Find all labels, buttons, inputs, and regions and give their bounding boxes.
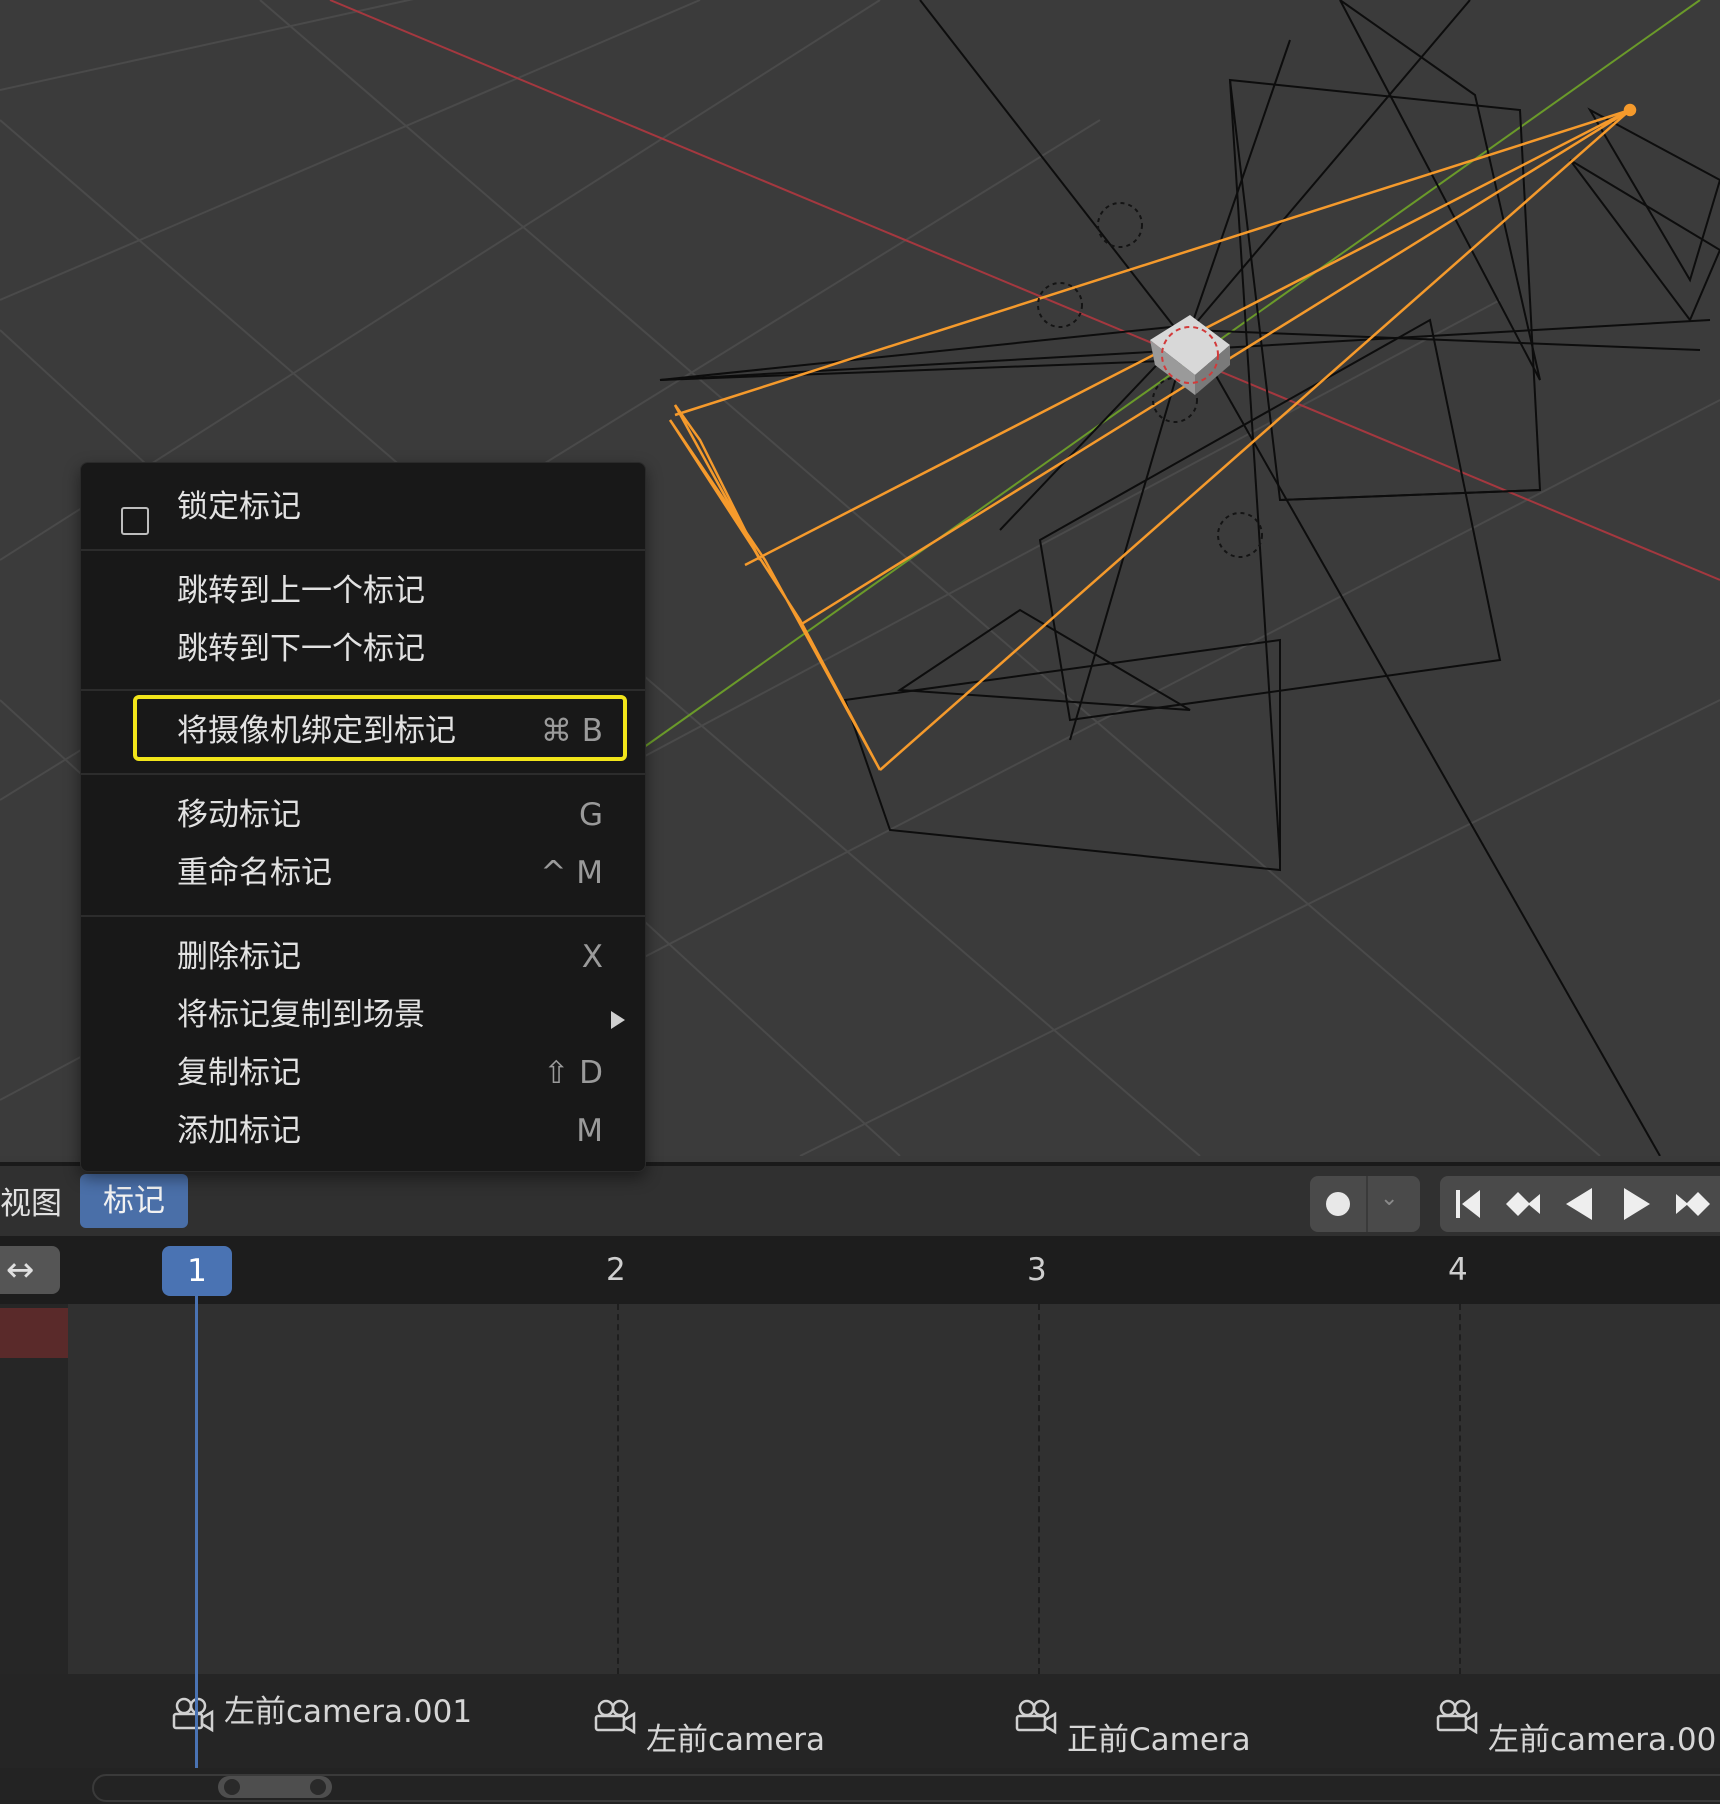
- record-divider: [1366, 1176, 1368, 1232]
- selected-camera: [668, 103, 1637, 771]
- menu-item-shortcut: X: [581, 939, 603, 975]
- camera-marker-icon[interactable]: [1432, 1696, 1480, 1744]
- menu-separator: [81, 689, 645, 691]
- menu-item-label: 复制标记: [177, 1055, 301, 1091]
- menu-separator: [81, 915, 645, 917]
- playback-controls: [1440, 1176, 1720, 1232]
- scroll-thumb[interactable]: [218, 1776, 332, 1798]
- frame-number: 2: [606, 1252, 626, 1288]
- chevron-down-icon[interactable]: ⌄: [1380, 1186, 1398, 1211]
- frame-ruler[interactable]: ↔ 1 2 3 4: [0, 1236, 1720, 1304]
- submenu-arrow-icon: [611, 1011, 625, 1029]
- menu-item-jump-prev-marker[interactable]: 跳转到上一个标记: [81, 563, 645, 619]
- menu-item-shortcut: M: [576, 1113, 603, 1149]
- record-icon[interactable]: [1326, 1192, 1350, 1216]
- highlight-box: [133, 695, 627, 761]
- frame-gridline: [1459, 1304, 1461, 1674]
- menu-item-label: 跳转到下一个标记: [177, 631, 425, 667]
- menu-item-label: 移动标记: [177, 797, 301, 833]
- menu-item-shortcut: G: [578, 797, 603, 833]
- prev-keyframe-icon[interactable]: [1496, 1176, 1552, 1232]
- camera-marker-icon[interactable]: [590, 1696, 638, 1744]
- current-frame-indicator[interactable]: 1: [162, 1246, 232, 1296]
- menu-item-move-marker[interactable]: 移动标记 G: [81, 787, 645, 843]
- marker-label[interactable]: 左前camera.001: [224, 1686, 472, 1731]
- playhead[interactable]: [195, 1290, 198, 1804]
- menu-item-label: 重命名标记: [177, 855, 332, 891]
- menu-item-shortcut: ⇧ D: [543, 1055, 603, 1091]
- timeline-body[interactable]: [0, 1304, 1720, 1674]
- menu-separator: [81, 549, 645, 551]
- menu-item-label: 删除标记: [177, 939, 301, 975]
- timeline-header: 视图 标记 ⌄: [0, 1162, 1720, 1240]
- marker-label[interactable]: 左前camera.00: [1488, 1714, 1716, 1759]
- marker-menu[interactable]: 标记: [80, 1174, 188, 1228]
- menu-separator: [81, 773, 645, 775]
- frame-gridline: [1038, 1304, 1040, 1674]
- camera-marker-icon[interactable]: [168, 1694, 216, 1742]
- menu-item-label: 将标记复制到场景: [177, 997, 425, 1033]
- menu-item-lock-markers[interactable]: 锁定标记: [81, 479, 645, 535]
- frame-gridline: [617, 1304, 619, 1674]
- camera-marker-icon[interactable]: [1011, 1696, 1059, 1744]
- marker-label[interactable]: 左前camera: [646, 1714, 825, 1759]
- menu-item-label: 添加标记: [177, 1113, 301, 1149]
- marker-lane[interactable]: 左前camera.001 左前camera 正前Camera 左前camera.…: [0, 1674, 1720, 1768]
- record-group: ⌄: [1310, 1176, 1420, 1232]
- swap-icon[interactable]: ↔: [0, 1246, 60, 1294]
- view-menu[interactable]: 视图: [0, 1178, 62, 1223]
- menu-item-label: 锁定标记: [177, 489, 301, 525]
- frame-number: 4: [1448, 1252, 1468, 1288]
- jump-start-icon[interactable]: [1440, 1176, 1496, 1232]
- menu-item-rename-marker[interactable]: 重命名标记 ^ M: [81, 845, 645, 901]
- play-reverse-icon[interactable]: [1552, 1176, 1608, 1232]
- menu-item-delete-marker[interactable]: 删除标记 X: [81, 929, 645, 985]
- timeline-side-strip: [0, 1304, 68, 1674]
- next-keyframe-icon[interactable]: [1664, 1176, 1720, 1232]
- timeline-scrollbar[interactable]: [0, 1768, 1720, 1804]
- menu-item-add-marker[interactable]: 添加标记 M: [81, 1103, 645, 1159]
- marker-context-menu: 锁定标记 跳转到上一个标记 跳转到下一个标记 将摄像机绑定到标记 ⌘ B 移动标…: [80, 462, 646, 1172]
- channel-indicator: [0, 1308, 68, 1358]
- menu-item-label: 跳转到上一个标记: [177, 573, 425, 609]
- scroll-track[interactable]: [92, 1774, 1720, 1802]
- play-icon[interactable]: [1608, 1176, 1664, 1232]
- menu-item-duplicate-marker[interactable]: 复制标记 ⇧ D: [81, 1045, 645, 1101]
- menu-item-jump-next-marker[interactable]: 跳转到下一个标记: [81, 621, 645, 677]
- menu-item-copy-markers-to-scene[interactable]: 将标记复制到场景: [81, 987, 645, 1043]
- menu-item-shortcut: ^ M: [540, 855, 603, 891]
- marker-label[interactable]: 正前Camera: [1067, 1714, 1251, 1759]
- frame-number: 3: [1027, 1252, 1047, 1288]
- checkbox-icon[interactable]: [121, 507, 149, 535]
